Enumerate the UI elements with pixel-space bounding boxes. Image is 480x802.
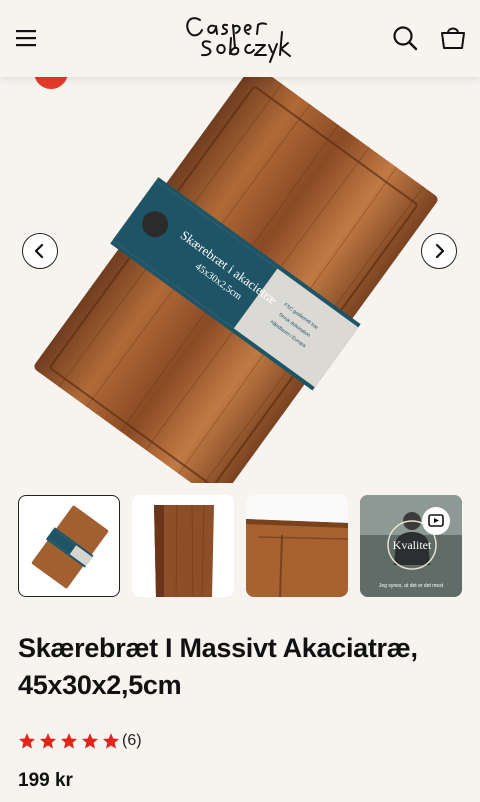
thumbnail-image xyxy=(246,495,348,597)
search-button[interactable] xyxy=(387,20,423,56)
thumbnail-image xyxy=(31,505,109,589)
thumbnail-image: Kvalitet Jeg synes, at det er det mest xyxy=(360,495,462,597)
shopping-bag-icon xyxy=(441,27,465,49)
star-icon xyxy=(18,733,36,749)
video-play-badge xyxy=(422,507,450,535)
thumbnail-board-edge[interactable] xyxy=(132,495,234,597)
star-icon xyxy=(60,733,78,749)
product-rating[interactable]: (6) xyxy=(18,731,142,751)
chevron-right-icon xyxy=(435,243,445,259)
video-quality-badge: Kvalitet xyxy=(393,538,432,552)
thumbnail-video[interactable]: Kvalitet Jeg synes, at det er det mest xyxy=(360,495,462,597)
thumbnail-strip: Kvalitet Jeg synes, at det er det mest xyxy=(18,495,464,597)
cart-button[interactable] xyxy=(435,20,471,56)
product-title: Skærebræt I Massivt Akaciatræ, 45x30x2,5… xyxy=(18,633,418,700)
site-header xyxy=(0,0,480,77)
search-icon xyxy=(393,26,418,51)
video-caption: Jeg synes, at det er det mest xyxy=(379,583,444,589)
product-price: 199 kr xyxy=(18,770,73,791)
review-count: (6) xyxy=(122,732,142,749)
logo-signature xyxy=(186,17,291,63)
star-icon xyxy=(102,733,120,749)
thumbnail-board-corner[interactable] xyxy=(246,495,348,597)
chevron-left-icon xyxy=(34,243,44,259)
video-play-icon xyxy=(428,514,444,527)
star-icon xyxy=(39,733,57,749)
thumbnail-board-packaged[interactable] xyxy=(18,495,120,597)
product-image-gallery[interactable]: Skærebræt i akacietræ 45x30x2,5cm FSC go… xyxy=(0,77,480,483)
hamburger-menu-icon xyxy=(16,30,36,47)
logo[interactable] xyxy=(180,8,300,66)
menu-button[interactable] xyxy=(9,20,45,56)
star-icon xyxy=(81,733,99,749)
star-rating xyxy=(18,732,120,750)
next-image-button[interactable] xyxy=(421,233,457,269)
previous-image-button[interactable] xyxy=(22,233,58,269)
thumbnail-image xyxy=(154,504,214,597)
main-product-image: Skærebræt i akacietræ 45x30x2,5cm FSC go… xyxy=(34,77,438,483)
